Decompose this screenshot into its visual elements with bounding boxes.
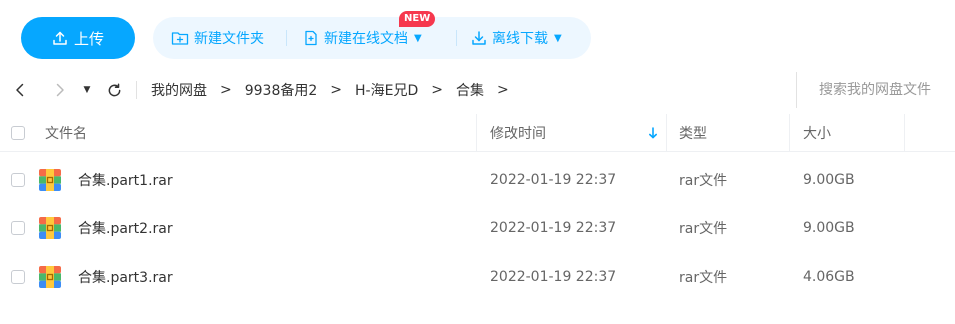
- file-table-header: 文件名 修改时间 类型 大小: [0, 114, 955, 152]
- file-modified-time: 2022-01-19 22:37: [490, 220, 617, 236]
- breadcrumb-item[interactable]: 我的网盘: [151, 80, 207, 100]
- file-type: rar文件: [679, 270, 728, 286]
- new-badge: NEW: [399, 11, 436, 27]
- file-size: 9.00GB: [803, 172, 855, 188]
- toolbar-divider: [286, 30, 287, 46]
- new-folder-icon: [171, 30, 189, 46]
- column-header-type[interactable]: 类型: [679, 114, 707, 152]
- toolbar-actions: 新建文件夹 新建在线文档 ▼ 离线下载 ▼: [153, 17, 591, 59]
- back-icon[interactable]: [10, 72, 30, 108]
- file-type: rar文件: [679, 173, 728, 189]
- table-row[interactable]: 合集.part3.rar 2022-01-19 22:37 rar文件 4.06…: [0, 253, 955, 301]
- row-checkbox[interactable]: [11, 270, 25, 284]
- nav-divider: [136, 81, 137, 99]
- search-input[interactable]: [819, 82, 949, 98]
- column-divider: [666, 114, 667, 152]
- breadcrumb-separator: >: [220, 82, 232, 98]
- column-divider: [476, 114, 477, 152]
- refresh-icon[interactable]: [104, 72, 124, 108]
- rar-archive-icon: [39, 217, 61, 239]
- column-divider: [789, 114, 790, 152]
- file-name[interactable]: 合集.part1.rar: [78, 156, 173, 204]
- history-dropdown-icon[interactable]: ▼: [80, 72, 94, 108]
- new-online-doc-label: 新建在线文档: [324, 31, 408, 47]
- column-header-name[interactable]: 文件名: [45, 114, 87, 152]
- upload-label: 上传: [73, 29, 104, 48]
- new-folder-button[interactable]: 新建文件夹: [171, 17, 264, 59]
- rar-archive-icon: [39, 266, 61, 288]
- file-modified-time: 2022-01-19 22:37: [490, 269, 617, 285]
- column-header-size[interactable]: 大小: [803, 114, 831, 152]
- column-divider: [904, 114, 905, 152]
- download-icon: [471, 30, 487, 46]
- table-row[interactable]: 合集.part1.rar 2022-01-19 22:37 rar文件 9.00…: [0, 156, 955, 204]
- breadcrumb-item-current[interactable]: 合集: [456, 80, 484, 100]
- offline-download-button[interactable]: 离线下载 ▼: [471, 17, 562, 59]
- new-folder-label: 新建文件夹: [194, 31, 264, 47]
- breadcrumb: 我的网盘 > 9938备用2 > H-海E兄D > 合集 >: [151, 72, 522, 108]
- forward-icon[interactable]: [50, 72, 70, 108]
- search-box: [796, 72, 955, 108]
- new-document-icon: [303, 30, 319, 46]
- table-row[interactable]: 合集.part2.rar 2022-01-19 22:37 rar文件 9.00…: [0, 204, 955, 252]
- sort-descending-icon[interactable]: [648, 114, 658, 152]
- dropdown-caret-icon: ▼: [554, 32, 562, 44]
- file-type: rar文件: [679, 221, 728, 237]
- upload-icon: [52, 30, 68, 46]
- row-checkbox[interactable]: [11, 221, 25, 235]
- offline-download-label: 离线下载: [492, 31, 548, 47]
- file-size: 4.06GB: [803, 269, 855, 285]
- column-header-modified[interactable]: 修改时间: [490, 114, 546, 152]
- toolbar-divider: [456, 30, 457, 46]
- breadcrumb-item[interactable]: H-海E兄D: [355, 80, 418, 100]
- upload-button[interactable]: 上传: [21, 17, 135, 59]
- breadcrumb-separator: >: [431, 82, 443, 98]
- toolbar: 上传 新建文件夹 新建在线文档 ▼ 离线下载 ▼ NEW: [0, 0, 955, 64]
- file-name[interactable]: 合集.part2.rar: [78, 204, 173, 252]
- breadcrumb-separator: >: [496, 82, 509, 98]
- file-name[interactable]: 合集.part3.rar: [78, 253, 173, 301]
- file-size: 9.00GB: [803, 220, 855, 236]
- breadcrumb-separator: >: [330, 82, 343, 98]
- rar-archive-icon: [39, 169, 61, 191]
- row-checkbox[interactable]: [11, 173, 25, 187]
- navigation-bar: ▼ 我的网盘 > 9938备用2 > H-海E兄D > 合集 >: [0, 72, 955, 108]
- breadcrumb-item[interactable]: 9938备用2: [245, 80, 318, 100]
- file-modified-time: 2022-01-19 22:37: [490, 172, 617, 188]
- dropdown-caret-icon: ▼: [414, 32, 422, 44]
- select-all-checkbox[interactable]: [11, 126, 25, 140]
